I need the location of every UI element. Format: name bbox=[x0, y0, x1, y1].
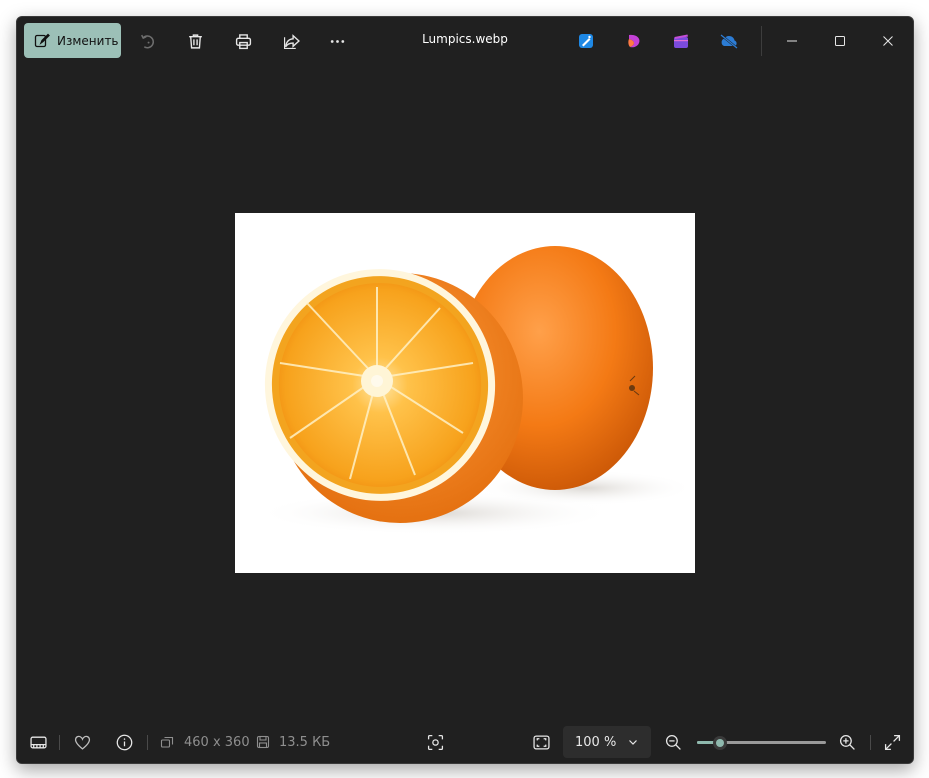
edit-icon bbox=[34, 33, 50, 47]
print-button[interactable] bbox=[229, 27, 257, 55]
print-icon bbox=[235, 33, 251, 49]
fullscreen-button[interactable] bbox=[881, 731, 903, 753]
title-bar: Изменить Lumpics.webp bbox=[17, 17, 913, 65]
paint-app-button[interactable] bbox=[576, 31, 596, 51]
minimize-button[interactable] bbox=[769, 26, 815, 56]
favorite-button[interactable] bbox=[71, 731, 93, 753]
close-icon bbox=[883, 36, 893, 46]
share-button[interactable] bbox=[277, 27, 305, 55]
fit-to-window-button[interactable] bbox=[530, 731, 552, 753]
visual-search-icon bbox=[427, 734, 443, 750]
maximize-icon bbox=[835, 36, 845, 46]
photos-window: Изменить Lumpics.webp 460 x 360 13.5 КБ … bbox=[16, 16, 914, 764]
info-button[interactable] bbox=[113, 731, 135, 753]
paint-app-icon bbox=[579, 34, 593, 48]
zoom-slider-thumb[interactable] bbox=[713, 736, 728, 750]
bottom-bar: 460 x 360 13.5 КБ 100 % bbox=[17, 721, 913, 763]
share-icon bbox=[283, 33, 300, 49]
clipchamp-button[interactable] bbox=[624, 31, 644, 51]
disk-icon bbox=[256, 735, 270, 749]
minimize-icon bbox=[787, 40, 797, 42]
window-title: Lumpics.webp bbox=[422, 32, 508, 46]
favorite-icon bbox=[74, 735, 90, 750]
fit-screen-icon bbox=[532, 734, 550, 750]
filmstrip-button[interactable] bbox=[27, 731, 49, 753]
zoom-out-button[interactable] bbox=[662, 731, 684, 753]
bottom-separator bbox=[147, 735, 148, 750]
filmstrip-icon bbox=[29, 736, 47, 748]
onedrive-icon bbox=[720, 34, 738, 49]
image-dimensions: 460 x 360 bbox=[184, 735, 250, 750]
visual-search-button[interactable] bbox=[424, 731, 446, 753]
more-icon bbox=[330, 39, 344, 43]
zoom-value: 100 % bbox=[575, 734, 617, 750]
rotate-button[interactable] bbox=[133, 27, 161, 55]
zoom-in-icon bbox=[839, 734, 855, 750]
title-separator bbox=[761, 26, 762, 56]
zoom-in-button[interactable] bbox=[836, 731, 858, 753]
info-icon bbox=[116, 734, 132, 750]
zoom-dropdown[interactable]: 100 % bbox=[563, 726, 651, 758]
delete-button[interactable] bbox=[181, 27, 209, 55]
zoom-slider[interactable] bbox=[697, 736, 826, 750]
zoom-out-icon bbox=[665, 734, 681, 750]
delete-icon bbox=[188, 33, 202, 49]
chevron-down-icon bbox=[629, 740, 637, 745]
file-size: 13.5 КБ bbox=[279, 735, 331, 750]
dimensions-icon bbox=[160, 736, 174, 748]
edit-button[interactable]: Изменить bbox=[24, 23, 121, 58]
bottom-separator bbox=[870, 735, 871, 750]
orange-photo bbox=[235, 213, 695, 573]
rotate-icon bbox=[140, 34, 154, 48]
video-editor-icon bbox=[674, 34, 688, 48]
fullscreen-icon bbox=[884, 734, 900, 750]
onedrive-button[interactable] bbox=[719, 31, 739, 51]
clipchamp-icon bbox=[628, 34, 640, 48]
edit-button-label: Изменить bbox=[57, 33, 119, 48]
maximize-button[interactable] bbox=[817, 26, 863, 56]
bottom-separator bbox=[59, 735, 60, 750]
video-editor-button[interactable] bbox=[671, 31, 691, 51]
close-button[interactable] bbox=[865, 26, 911, 56]
